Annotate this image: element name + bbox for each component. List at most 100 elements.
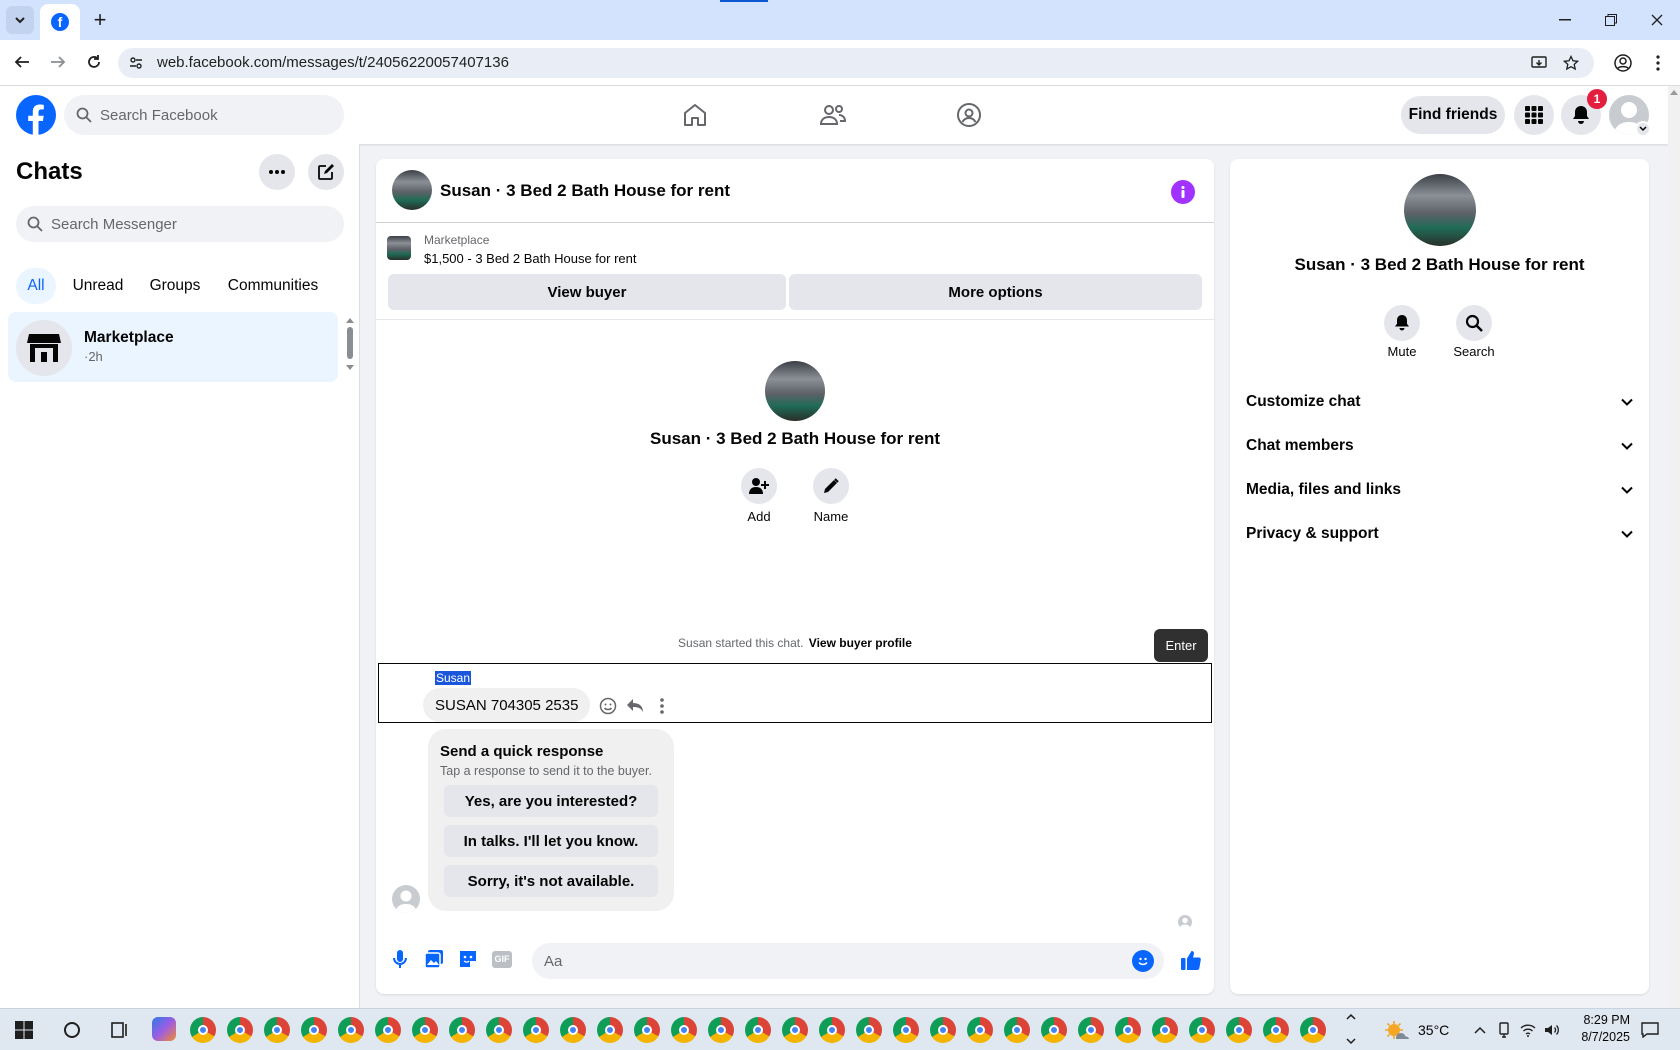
browser-window-taskbar-icon[interactable] (634, 1017, 660, 1043)
sender-avatar[interactable] (392, 885, 420, 913)
task-view-button[interactable] (106, 1017, 134, 1043)
browser-window-taskbar-icon[interactable] (1078, 1017, 1104, 1043)
browser-window-taskbar-icon[interactable] (227, 1017, 253, 1043)
notification-center-button[interactable] (1638, 1019, 1662, 1041)
browser-menu-icon[interactable] (1648, 52, 1668, 74)
react-button[interactable] (598, 696, 618, 716)
search-in-conversation-button[interactable] (1456, 305, 1492, 341)
browser-window-taskbar-icon[interactable] (1226, 1017, 1252, 1043)
view-buyer-profile-link[interactable]: View buyer profile (809, 636, 912, 650)
emoji-button[interactable] (1132, 950, 1154, 972)
profile-icon[interactable] (1612, 52, 1634, 74)
messenger-search-input[interactable]: Search Messenger (16, 206, 344, 242)
taskbar-clock[interactable]: 8:29 PM 8/7/2025 (1572, 1013, 1630, 1044)
browser-window-taskbar-icon[interactable] (1115, 1017, 1141, 1043)
browser-window-taskbar-icon[interactable] (1004, 1017, 1030, 1043)
show-hidden-icons-button[interactable] (1470, 1019, 1490, 1041)
browser-window-taskbar-icon[interactable] (893, 1017, 919, 1043)
browser-window-taskbar-icon[interactable] (1041, 1017, 1067, 1043)
message-input[interactable]: Aa (532, 943, 1164, 979)
address-bar[interactable]: web.facebook.com/messages/t/240562200574… (118, 48, 1594, 78)
browser-window-taskbar-icon[interactable] (523, 1017, 549, 1043)
back-button[interactable] (8, 48, 36, 76)
message-row-focused[interactable]: Susan SUSAN 704305 2535 (378, 663, 1212, 723)
forward-button[interactable] (44, 48, 72, 76)
browser-window-taskbar-icon[interactable] (671, 1017, 697, 1043)
restore-button[interactable] (1588, 6, 1634, 34)
filter-communities[interactable]: Communities (220, 268, 326, 304)
new-tab-button[interactable]: + (86, 6, 114, 34)
filter-all[interactable]: All (16, 268, 56, 304)
quick-response-yes[interactable]: Yes, are you interested? (444, 785, 658, 817)
browser-window-taskbar-icon[interactable] (1300, 1017, 1326, 1043)
weather-widget[interactable]: 35°C (1384, 1017, 1449, 1043)
accordion-media-files[interactable]: Media, files and links (1238, 468, 1641, 512)
browser-window-taskbar-icon[interactable] (930, 1017, 956, 1043)
edit-name-button[interactable] (813, 468, 849, 504)
reload-button[interactable] (80, 48, 108, 76)
find-friends-button[interactable]: Find friends (1401, 96, 1505, 134)
sticker-button[interactable] (454, 945, 482, 973)
chat-options-button[interactable] (259, 154, 295, 190)
browser-window-taskbar-icon[interactable] (597, 1017, 623, 1043)
browser-window-taskbar-icon[interactable] (486, 1017, 512, 1043)
like-send-button[interactable] (1176, 945, 1206, 975)
volume-icon[interactable] (1542, 1019, 1562, 1041)
filter-groups[interactable]: Groups (142, 268, 208, 304)
quick-response-in-talks[interactable]: In talks. I'll let you know. (444, 825, 658, 857)
browser-window-taskbar-icon[interactable] (1263, 1017, 1289, 1043)
browser-window-taskbar-icon[interactable] (819, 1017, 845, 1043)
site-info-icon[interactable] (128, 55, 144, 71)
accordion-privacy-support[interactable]: Privacy & support (1238, 512, 1641, 556)
browser-window-taskbar-icon[interactable] (782, 1017, 808, 1043)
conversation-avatar[interactable] (392, 170, 432, 210)
browser-window-taskbar-icon[interactable] (375, 1017, 401, 1043)
view-buyer-button[interactable]: View buyer (388, 274, 786, 310)
browser-window-taskbar-icon[interactable] (190, 1017, 216, 1043)
accordion-chat-members[interactable]: Chat members (1238, 424, 1641, 468)
wifi-icon[interactable] (1518, 1019, 1538, 1041)
chat-list-item[interactable]: Marketplace ·2h (8, 312, 338, 382)
add-people-button[interactable] (741, 468, 777, 504)
taskbar-search-button[interactable] (58, 1017, 86, 1043)
install-app-icon[interactable] (1530, 54, 1548, 72)
home-nav-button[interactable] (676, 96, 714, 134)
close-window-button[interactable] (1634, 6, 1680, 34)
start-button[interactable] (10, 1017, 38, 1043)
minimize-button[interactable] (1542, 6, 1588, 34)
listing-detail[interactable]: $1,500 - 3 Bed 2 Bath House for rent (424, 251, 636, 266)
facebook-search-input[interactable]: Search Facebook (64, 95, 344, 135)
new-message-button[interactable] (308, 154, 344, 190)
browser-window-taskbar-icon[interactable] (338, 1017, 364, 1043)
accordion-customize-chat[interactable]: Customize chat (1238, 380, 1641, 424)
mute-button[interactable] (1384, 305, 1420, 341)
browser-window-taskbar-icon[interactable] (745, 1017, 771, 1043)
chat-list-scrollbar[interactable] (344, 314, 356, 380)
friends-nav-button[interactable] (814, 96, 852, 134)
tray-device-icon[interactable] (1494, 1019, 1514, 1041)
attach-media-button[interactable] (420, 945, 448, 973)
browser-window-taskbar-icon[interactable] (1152, 1017, 1178, 1043)
listing-thumbnail[interactable] (387, 236, 411, 260)
gif-button[interactable]: GIF (488, 945, 516, 973)
browser-window-taskbar-icon[interactable] (412, 1017, 438, 1043)
taskbar-overflow-arrows[interactable] (1346, 1011, 1358, 1049)
browser-tab-facebook[interactable]: f (40, 4, 80, 40)
browser-window-taskbar-icon[interactable] (264, 1017, 290, 1043)
account-chevron-icon[interactable] (1635, 121, 1651, 137)
browser-window-taskbar-icon[interactable] (449, 1017, 475, 1043)
conversation-info-button[interactable] (1171, 180, 1195, 204)
page-scrollbar[interactable] (1668, 86, 1680, 1008)
menu-button[interactable] (1514, 95, 1554, 135)
bookmark-star-icon[interactable] (1562, 54, 1580, 72)
browser-window-taskbar-icon[interactable] (708, 1017, 734, 1043)
reply-button[interactable] (625, 696, 645, 716)
browser-window-taskbar-icon[interactable] (560, 1017, 586, 1043)
browser-window-taskbar-icon[interactable] (301, 1017, 327, 1043)
filter-unread[interactable]: Unread (66, 268, 130, 304)
facebook-logo[interactable] (16, 95, 56, 135)
conversation-title[interactable]: Susan · 3 Bed 2 Bath House for rent (440, 181, 730, 201)
message-bubble[interactable]: SUSAN 704305 2535 (423, 688, 591, 722)
quick-response-not-available[interactable]: Sorry, it's not available. (444, 865, 658, 897)
groups-nav-button[interactable] (950, 96, 988, 134)
